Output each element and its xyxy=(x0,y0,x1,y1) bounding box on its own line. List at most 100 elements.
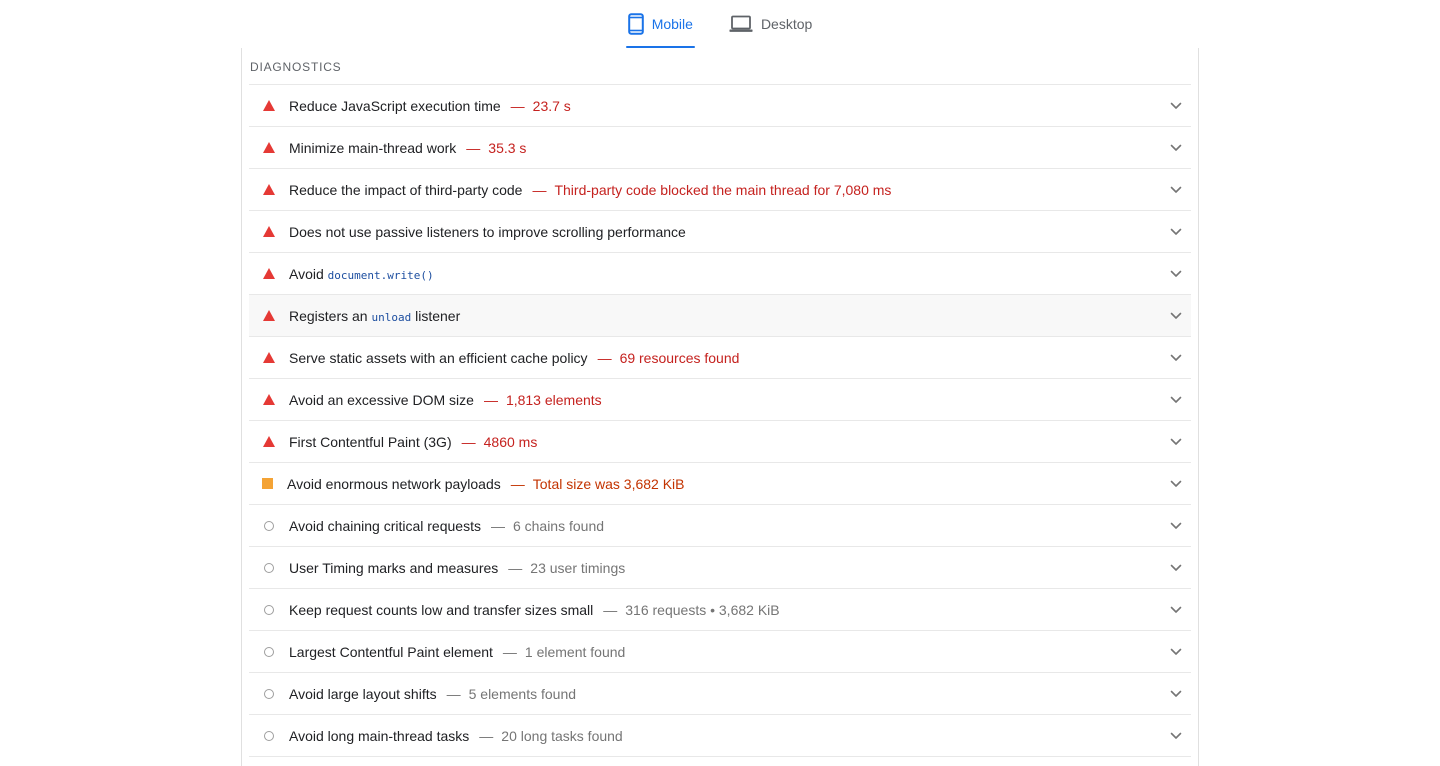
tab-mobile[interactable]: Mobile xyxy=(625,0,696,48)
status-marker xyxy=(249,646,289,657)
audit-row[interactable]: Avoid an excessive DOM size — 1,813 elemen… xyxy=(249,379,1191,421)
audit-display-value: 4860 ms xyxy=(483,433,538,450)
status-marker xyxy=(249,310,289,321)
audit-row[interactable]: Largest Contentful Paint element — 1 eleme… xyxy=(249,631,1191,673)
audit-title: Avoid enormous network payloads xyxy=(287,475,501,492)
status-marker xyxy=(249,604,289,615)
diagnostics-panel: DIAGNOSTICS Reduce JavaScript execution … xyxy=(241,48,1199,766)
display-separator: — xyxy=(510,97,525,114)
audit-row[interactable]: Avoid chaining critical requests — 6 chain… xyxy=(249,505,1191,547)
audit-title: Minimize main-thread work xyxy=(289,139,457,156)
audit-display-value: 20 long tasks found xyxy=(501,727,623,744)
status-marker xyxy=(249,730,289,741)
display-separator: — xyxy=(490,517,505,534)
fail-triangle-icon xyxy=(263,352,275,363)
audit-title: Does not use passive listeners to improv… xyxy=(289,223,686,240)
info-circle-icon xyxy=(264,604,274,615)
audit-display-value: 23.7 s xyxy=(532,97,571,114)
phone-icon xyxy=(627,13,644,35)
fail-triangle-icon xyxy=(263,268,275,279)
display-separator: — xyxy=(466,139,481,156)
average-square-icon xyxy=(261,478,273,489)
section-title: DIAGNOSTICS xyxy=(249,48,1191,85)
chevron-down-icon[interactable] xyxy=(1161,228,1191,236)
audit-row[interactable]: Registers an unload listener xyxy=(249,295,1191,337)
audit-row[interactable]: Does not use passive listeners to improv… xyxy=(249,211,1191,253)
audit-title: Serve static assets with an efficient ca… xyxy=(289,349,588,366)
audit-row[interactable]: First Contentful Paint (3G) — 4860 ms xyxy=(249,421,1191,463)
info-circle-icon xyxy=(264,646,274,657)
chevron-down-icon[interactable] xyxy=(1161,564,1191,572)
audit-row[interactable]: Avoid long main-thread tasks — 20 long tas… xyxy=(249,715,1191,757)
chevron-down-icon[interactable] xyxy=(1161,438,1191,446)
audit-display-value: 6 chains found xyxy=(512,517,605,534)
audit-title-prefix: Avoid xyxy=(289,265,328,282)
status-marker xyxy=(249,394,289,405)
status-marker xyxy=(249,268,289,279)
chevron-down-icon[interactable] xyxy=(1161,396,1191,404)
audit-title: Reduce the impact of third-party code xyxy=(289,181,523,198)
audit-display-value: 35.3 s xyxy=(488,139,527,156)
audit-display-value: 69 resources found xyxy=(619,349,740,366)
audit-title: Avoid large layout shifts xyxy=(289,685,437,702)
status-marker xyxy=(249,100,289,111)
tab-desktop[interactable]: Desktop xyxy=(727,0,814,48)
audit-title-prefix: Registers an xyxy=(289,307,372,324)
fail-triangle-icon xyxy=(263,394,275,405)
audit-list: Reduce JavaScript execution time — 23.7 s M… xyxy=(242,85,1198,757)
chevron-down-icon[interactable] xyxy=(1161,690,1191,698)
audit-row[interactable]: Reduce the impact of third-party code — Th… xyxy=(249,169,1191,211)
status-marker xyxy=(249,184,289,195)
info-circle-icon xyxy=(264,730,274,741)
audit-display-value: Total size was 3,682 KiB xyxy=(532,475,685,492)
audit-title: Avoid an excessive DOM size xyxy=(289,391,474,408)
audit-title: User Timing marks and measures xyxy=(289,559,499,576)
fail-triangle-icon xyxy=(263,142,275,153)
audit-row[interactable]: Minimize main-thread work — 35.3 s xyxy=(249,127,1191,169)
audit-title: Reduce JavaScript execution time xyxy=(289,97,501,114)
status-marker xyxy=(249,478,289,489)
audit-row[interactable]: Serve static assets with an efficient ca… xyxy=(249,337,1191,379)
audit-title: Avoid document.write() xyxy=(289,266,434,282)
display-separator: — xyxy=(532,181,547,198)
status-marker xyxy=(249,352,289,363)
chevron-down-icon[interactable] xyxy=(1161,648,1191,656)
chevron-down-icon[interactable] xyxy=(1161,144,1191,152)
device-tabs: Mobile Desktop xyxy=(0,0,1440,48)
chevron-down-icon[interactable] xyxy=(1161,480,1191,488)
audit-title: Largest Contentful Paint element xyxy=(289,643,493,660)
display-separator: — xyxy=(508,559,523,576)
audit-display-value: 23 user timings xyxy=(530,559,626,576)
audit-row[interactable]: User Timing marks and measures — 23 user t… xyxy=(249,547,1191,589)
status-marker xyxy=(249,520,289,531)
status-marker xyxy=(249,562,289,573)
audit-row[interactable]: Avoid large layout shifts — 5 elements fou… xyxy=(249,673,1191,715)
audit-title: Registers an unload listener xyxy=(289,308,460,324)
info-circle-icon xyxy=(264,520,274,531)
status-marker xyxy=(249,436,289,447)
display-separator: — xyxy=(461,433,476,450)
chevron-down-icon[interactable] xyxy=(1161,606,1191,614)
tab-mobile-label: Mobile xyxy=(651,16,693,32)
chevron-down-icon[interactable] xyxy=(1161,186,1191,194)
status-marker xyxy=(249,226,289,237)
audit-display-value: 1 element found xyxy=(524,643,626,660)
audit-row[interactable]: Avoid enormous network payloads — Total si… xyxy=(249,463,1191,505)
audit-row[interactable]: Reduce JavaScript execution time — 23.7 s xyxy=(249,85,1191,127)
display-separator: — xyxy=(502,643,517,660)
display-separator: — xyxy=(483,391,498,408)
audit-title: Avoid long main-thread tasks xyxy=(289,727,470,744)
info-circle-icon xyxy=(264,562,274,573)
audit-row[interactable]: Avoid document.write() xyxy=(249,253,1191,295)
audit-title: Keep request counts low and transfer siz… xyxy=(289,601,594,618)
chevron-down-icon[interactable] xyxy=(1161,354,1191,362)
chevron-down-icon[interactable] xyxy=(1161,732,1191,740)
audit-title: Avoid chaining critical requests xyxy=(289,517,481,534)
chevron-down-icon[interactable] xyxy=(1161,102,1191,110)
audit-title-code: unload xyxy=(371,310,412,324)
info-circle-icon xyxy=(264,688,274,699)
chevron-down-icon[interactable] xyxy=(1161,270,1191,278)
audit-row[interactable]: Keep request counts low and transfer siz… xyxy=(249,589,1191,631)
chevron-down-icon[interactable] xyxy=(1161,522,1191,530)
chevron-down-icon[interactable] xyxy=(1161,312,1191,320)
